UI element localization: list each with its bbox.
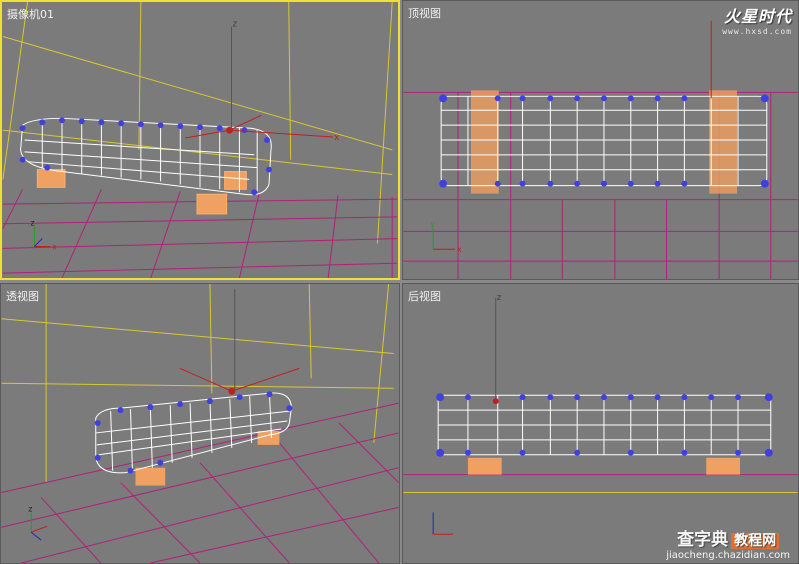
camera-scene: z x z x xyxy=(2,2,398,278)
axis-tripod xyxy=(33,226,51,247)
svg-text:x: x xyxy=(334,133,339,143)
svg-text:x: x xyxy=(52,242,57,251)
axis-tripod xyxy=(432,512,454,535)
svg-text:z: z xyxy=(28,504,32,513)
transform-gizmo xyxy=(179,367,300,395)
viewport-label-perspective[interactable]: 透视图 xyxy=(6,288,39,304)
viewport-perspective[interactable]: 透视图 z xyxy=(0,283,400,564)
axis-tripod xyxy=(432,227,456,250)
viewport-label-camera[interactable]: 摄像机01 xyxy=(7,6,54,22)
watermark: 查字典 教程网 jiaocheng.chazidian.com xyxy=(666,525,790,561)
bench-leg xyxy=(467,457,740,475)
top-scene: y x xyxy=(403,20,798,279)
perspective-scene: z xyxy=(1,284,399,563)
viewport-top[interactable]: 顶视图 火星时代 www.hxsd.com y x xyxy=(402,0,799,280)
viewport-back[interactable]: 后视图 z 查字典 教程网 jiaocheng.chazidian.com xyxy=(402,283,799,564)
viewport-label-top[interactable]: 顶视图 xyxy=(408,5,441,21)
viewport-label-back[interactable]: 后视图 xyxy=(408,288,441,304)
brand-logo: 火星时代 www.hxsd.com xyxy=(722,3,792,36)
back-scene: z xyxy=(403,293,798,535)
svg-text:z: z xyxy=(30,219,34,228)
svg-text:y: y xyxy=(430,219,435,228)
logo-url: www.hxsd.com xyxy=(722,27,792,36)
svg-text:z: z xyxy=(497,293,502,303)
watermark-tag: 教程网 xyxy=(731,533,780,549)
watermark-url: jiaocheng.chazidian.com xyxy=(666,550,790,561)
svg-text:z: z xyxy=(233,20,238,30)
viewport-camera01[interactable]: 摄像机01 z x z x xyxy=(0,0,400,280)
logo-text: 火星时代 xyxy=(723,7,792,26)
transform-gizmo xyxy=(492,398,499,405)
watermark-text: 查字典 xyxy=(677,530,729,550)
svg-text:x: x xyxy=(457,245,462,254)
